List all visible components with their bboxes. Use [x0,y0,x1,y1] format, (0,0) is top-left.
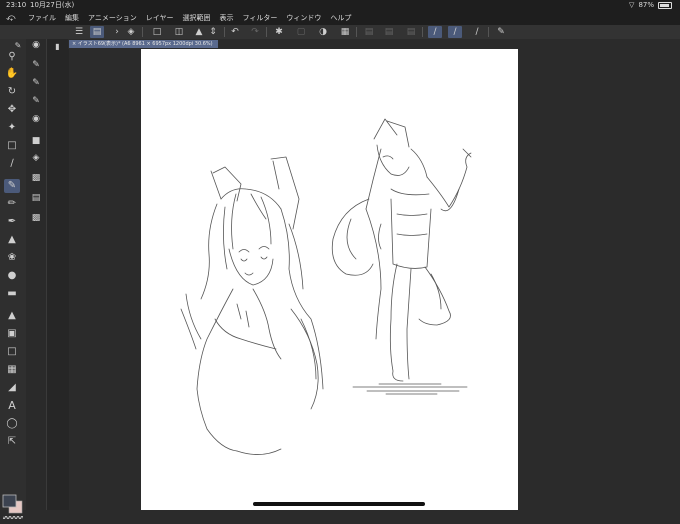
color-swatches [2,494,24,520]
frame-icon[interactable]: ▦ [4,363,20,377]
tool-property-icon[interactable]: ▮ [52,42,63,51]
hamburger-menu-icon[interactable]: ☰ [72,26,86,38]
blend-icon[interactable]: ● [4,269,20,283]
rotate-icon[interactable]: ↻ [4,85,20,99]
erase-selection-icon[interactable]: ▢ [294,26,308,38]
redo-icon[interactable]: ↷ [248,26,262,38]
balloon-icon[interactable]: ◯ [4,417,20,431]
eyedropper-icon[interactable]: ∕ [4,157,20,171]
fill-icon[interactable]: ▲ [4,309,20,323]
status-bar: 23:10 10月27日(水) ▽ 87% [0,0,680,11]
decoration-icon[interactable]: ❀ [4,251,20,265]
hand-icon[interactable]: ✋ [4,67,20,81]
close-icon[interactable]: × [72,41,76,47]
brush-icon[interactable]: ✒ [4,215,20,229]
open-folder-icon[interactable]: ◫ [172,26,186,38]
status-time: 23:10 [6,1,27,9]
zoom-icon[interactable]: ⚲ [4,50,20,64]
marker-icon[interactable]: ■ [29,135,43,148]
snap-ruler-icon[interactable]: ∕ [428,26,442,38]
scale-icon[interactable]: ▤ [382,26,396,38]
command-bar: ☰ ▤ › ◈ □ ◫ ▲ ⇕ ↶ ↷ ✱ ▢ ◑ ▦ ▤ ▤ ▤ ∕ ∕ ∕ … [0,25,680,39]
fill-selection-icon[interactable]: ◑ [316,26,330,38]
new-document-icon[interactable]: □ [150,26,164,38]
eraser-icon[interactable]: ▬ [4,287,20,301]
turnip-pen-icon[interactable]: ✎ [29,95,43,108]
tab-title: イラスト69(表示)* (A6 8961 × 6957px 1200dpi 30… [77,41,213,47]
battery-icon [658,2,672,9]
menu-items: ファイル 編集 アニメーション レイヤー 選択範囲 表示 フィルター ウィンドウ ヘルプ [28,11,351,25]
snap-grid-icon[interactable]: ∕ [470,26,484,38]
airbrush-icon[interactable]: ▲ [4,233,20,247]
canvas[interactable] [141,49,518,510]
move-icon[interactable]: ✥ [4,103,20,117]
auto-select-icon[interactable]: ✦ [4,121,20,135]
layer-mode-icon[interactable]: ▤ [90,26,104,38]
menu-item[interactable]: ファイル [28,11,56,25]
wifi-icon: ▽ [629,1,635,9]
main-color-swatch[interactable] [2,494,17,508]
snap-special-ruler-icon[interactable]: ∕ [448,26,462,38]
document-tab-bar: × イラスト69(表示)* (A6 8961 × 6957px 1200dpi … [68,39,680,49]
chevron-icon[interactable]: › [110,26,124,38]
panel-dock: ▮ [46,39,69,510]
gradient-icon[interactable]: ▣ [4,327,20,341]
text-icon[interactable]: A [4,399,20,413]
pen-preset-icon[interactable]: ▤ [29,192,43,205]
save-icon[interactable]: ▲ [192,26,206,38]
home-indicator [253,502,425,506]
status-right: ▽ 87% [629,0,672,11]
sketch-drawing [180,118,472,455]
pencil-icon[interactable]: ✏ [4,197,20,211]
menu-item[interactable]: 選択範囲 [183,11,211,25]
tool-palette: ✎ ⚲ ✋ ↻ ✥ ✦ □ ∕ ✎ ✏ ✒ ▲ ❀ ● ▬ ▲ ▣ □ ▦ ◢ … [0,39,26,519]
deselect-icon[interactable]: ▤ [404,26,418,38]
menu-item[interactable]: フィルター [243,11,278,25]
menu-item[interactable]: レイヤー [146,11,174,25]
battery-percent: 87% [638,1,654,9]
undo-icon[interactable]: ↶ [228,26,242,38]
pen-preset-alt-icon[interactable]: ▩ [29,212,43,225]
save-options-icon[interactable]: ⇕ [206,26,220,38]
menu-item[interactable]: 表示 [220,11,234,25]
crop-icon[interactable]: ▦ [338,26,352,38]
correct-line-icon[interactable]: ⇱ [4,435,20,449]
round-pen-icon[interactable]: ◉ [29,113,43,126]
status-date: 10月27日(水) [30,1,75,9]
sub-tool-palette: ◉ ✎ ✎ ✎ ◉ ■ ◈ ▩ ▤ ▩ [26,39,46,510]
menu-item[interactable]: ヘルプ [330,11,351,25]
clip-studio-logo-icon[interactable]: ⤽ [6,13,18,23]
g-pen-icon[interactable]: ✎ [29,59,43,72]
clear-icon[interactable]: ✱ [272,26,286,38]
pen-icon[interactable]: ✎ [4,179,20,193]
select-rect-icon[interactable]: □ [4,139,20,153]
edit-icon[interactable]: ✎ [494,26,508,38]
ruler-icon[interactable]: ◢ [4,381,20,395]
figure-icon[interactable]: □ [4,345,20,359]
menu-item[interactable]: 編集 [65,11,79,25]
menu-item[interactable]: アニメーション [88,11,137,25]
mapping-pen-icon[interactable]: ✎ [29,77,43,90]
transform-icon[interactable]: ▤ [362,26,376,38]
marker-alt-icon[interactable]: ◈ [29,152,43,165]
tab-document[interactable]: × イラスト69(表示)* (A6 8961 × 6957px 1200dpi … [69,40,218,48]
sub-tool-menu-icon[interactable]: ◉ [29,39,43,52]
mesh-icon[interactable]: ▩ [29,172,43,185]
menu-bar: ⤽ ファイル 編集 アニメーション レイヤー 選択範囲 表示 フィルター ウィンドウ ヘルプ [0,11,680,25]
menu-item[interactable]: ウィンドウ [286,11,321,25]
material-icon[interactable]: ◈ [124,26,138,38]
